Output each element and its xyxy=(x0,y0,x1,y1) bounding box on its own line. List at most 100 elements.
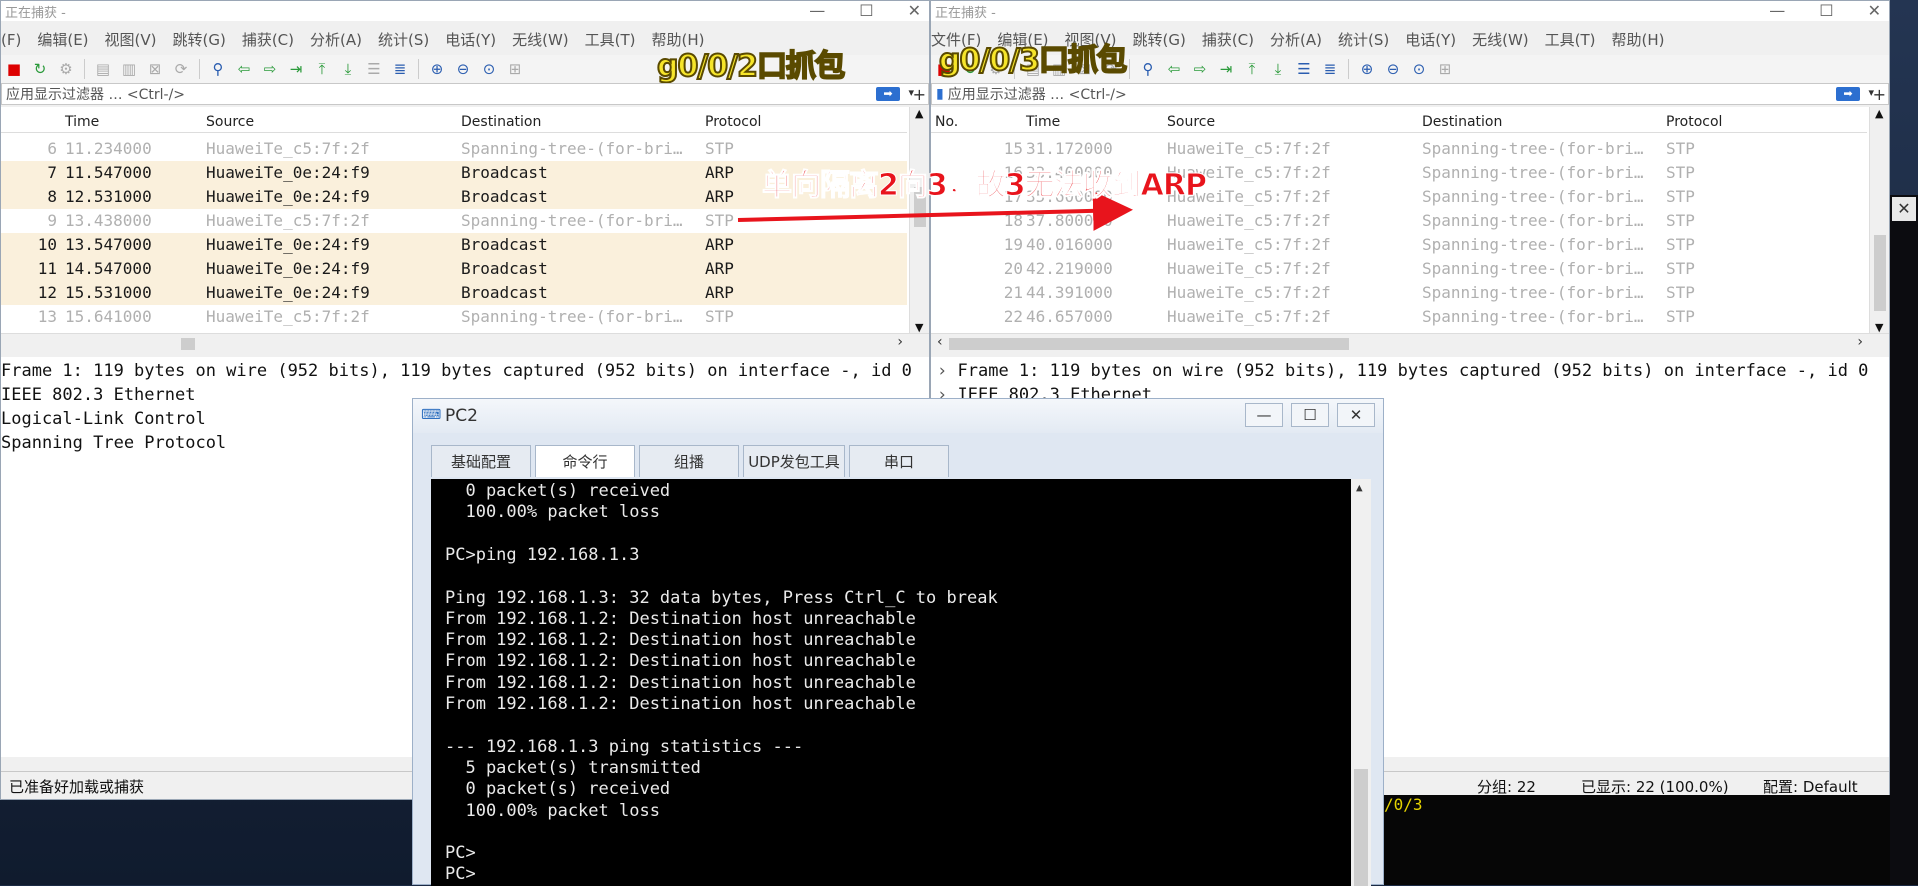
detail-llc[interactable]: Logical-Link Control xyxy=(1,409,206,429)
col-no[interactable]: No. xyxy=(935,114,958,130)
table-row[interactable]: 6 11.234000 HuaweiTe_c5:7f:2f Spanning-tree… xyxy=(1,137,907,161)
tab-serial[interactable]: 串口 xyxy=(849,445,949,477)
go-first-icon[interactable]: ⤒ xyxy=(311,58,333,80)
table-row[interactable]: 22 46.657000 HuaweiTe_c5:7f:2f Spanning-tre… xyxy=(931,305,1867,329)
capture-options-icon[interactable]: ⚙ xyxy=(55,58,77,80)
col-source[interactable]: Source xyxy=(1167,114,1215,130)
tab-command-line[interactable]: 命令行 xyxy=(535,445,635,477)
save-file-icon[interactable]: ▥ xyxy=(118,58,140,80)
apply-filter-icon[interactable]: ➡ xyxy=(1836,87,1860,101)
menu-go[interactable]: 跳转(G) xyxy=(1133,31,1186,49)
close-button[interactable]: ✕ xyxy=(1337,403,1375,427)
status-profile[interactable]: 配置: Default xyxy=(1763,776,1858,797)
go-last-icon[interactable]: ⤓ xyxy=(1267,58,1289,80)
maximize-button[interactable]: ☐ xyxy=(1291,403,1329,427)
maximize-button[interactable]: ☐ xyxy=(859,1,873,21)
table-row[interactable]: 11 14.547000 HuaweiTe_0e:24:f9 Broadcast ARP xyxy=(1,257,907,281)
menu-capture[interactable]: 捕获(C) xyxy=(242,31,294,49)
minimize-button[interactable]: — xyxy=(809,1,825,21)
tab-basic-config[interactable]: 基础配置 xyxy=(431,445,531,477)
menu-edit[interactable]: 编辑(E) xyxy=(37,31,88,49)
table-row[interactable]: 13 15.641000 HuaweiTe_c5:7f:2f Spanning-tre… xyxy=(1,305,907,329)
go-to-packet-icon[interactable]: ⇥ xyxy=(1215,58,1237,80)
resize-columns-icon[interactable]: ⊞ xyxy=(504,58,526,80)
find-packet-icon[interactable]: ⚲ xyxy=(1137,58,1159,80)
col-source[interactable]: Source xyxy=(206,114,254,130)
table-row[interactable]: 20 42.219000 HuaweiTe_c5:7f:2f Spanning-tre… xyxy=(931,257,1867,281)
minimize-button[interactable]: — xyxy=(1769,1,1785,21)
autoscroll-icon[interactable]: ☰ xyxy=(363,58,385,80)
horizontal-scrollbar[interactable]: ‹ › xyxy=(931,333,1889,353)
zoom-in-icon[interactable]: ⊕ xyxy=(426,58,448,80)
zoom-normal-icon[interactable]: ⊙ xyxy=(478,58,500,80)
menu-telephony[interactable]: 电话(Y) xyxy=(1405,31,1456,49)
detail-frame[interactable]: Frame 1: 119 bytes on wire (952 bits), 1… xyxy=(1,361,912,381)
open-file-icon[interactable]: ▤ xyxy=(92,58,114,80)
go-forward-icon[interactable]: ⇨ xyxy=(259,58,281,80)
add-filter-icon[interactable]: + xyxy=(1873,85,1886,104)
go-last-icon[interactable]: ⤓ xyxy=(337,58,359,80)
menu-go[interactable]: 跳转(G) xyxy=(173,31,226,49)
apply-filter-icon[interactable]: ➡ xyxy=(876,87,900,101)
detail-frame[interactable]: › Frame 1: 119 bytes on wire (952 bits),… xyxy=(937,361,1868,381)
close-button[interactable]: ✕ xyxy=(908,1,921,21)
console-scrollbar[interactable]: ▲ xyxy=(1351,479,1371,886)
go-to-packet-icon[interactable]: ⇥ xyxy=(285,58,307,80)
colorize-icon[interactable]: ≣ xyxy=(1319,58,1341,80)
menu-statistics[interactable]: 统计(S) xyxy=(378,31,429,49)
menu-statistics[interactable]: 统计(S) xyxy=(1338,31,1389,49)
table-row[interactable]: 12 15.531000 HuaweiTe_0e:24:f9 Broadcast ARP xyxy=(1,281,907,305)
col-protocol[interactable]: Protocol xyxy=(705,114,761,130)
tab-udp-tool[interactable]: UDP发包工具 xyxy=(743,445,845,477)
menu-wireless[interactable]: 无线(W) xyxy=(512,31,569,49)
menu-tools[interactable]: 工具(T) xyxy=(585,31,636,49)
chevron-right-icon[interactable]: › xyxy=(937,361,947,381)
tab-multicast[interactable]: 组播 xyxy=(639,445,739,477)
zoom-normal-icon[interactable]: ⊙ xyxy=(1408,58,1430,80)
zoom-out-icon[interactable]: ⊖ xyxy=(452,58,474,80)
table-row[interactable]: 21 44.391000 HuaweiTe_c5:7f:2f Spanning-tre… xyxy=(931,281,1867,305)
title-bar[interactable]: 正在捕获 - — ☐ ✕ xyxy=(1,1,929,21)
menu-capture[interactable]: 捕获(C) xyxy=(1202,31,1254,49)
go-first-icon[interactable]: ⤒ xyxy=(1241,58,1263,80)
close-icon[interactable]: ✕ xyxy=(1892,197,1916,221)
bookmark-icon[interactable]: ▮ xyxy=(936,86,944,102)
autoscroll-icon[interactable]: ☰ xyxy=(1293,58,1315,80)
stop-capture-icon[interactable]: ■ xyxy=(3,58,25,80)
menu-telephony[interactable]: 电话(Y) xyxy=(445,31,496,49)
pc2-title-bar[interactable]: ⌨ PC2 — ☐ ✕ xyxy=(413,399,1383,433)
go-back-icon[interactable]: ⇦ xyxy=(233,58,255,80)
zoom-in-icon[interactable]: ⊕ xyxy=(1356,58,1378,80)
close-button[interactable]: ✕ xyxy=(1868,1,1881,21)
col-destination[interactable]: Destination xyxy=(461,114,541,130)
minimize-button[interactable]: — xyxy=(1245,403,1283,427)
table-row[interactable]: 15 31.172000 HuaweiTe_c5:7f:2f Spanning-tre… xyxy=(931,137,1867,161)
menu-analyze[interactable]: 分析(A) xyxy=(310,31,362,49)
menu-analyze[interactable]: 分析(A) xyxy=(1270,31,1322,49)
col-protocol[interactable]: Protocol xyxy=(1666,114,1722,130)
col-time[interactable]: Time xyxy=(65,114,99,130)
menu-tools[interactable]: 工具(T) xyxy=(1545,31,1596,49)
go-forward-icon[interactable]: ⇨ xyxy=(1189,58,1211,80)
zoom-out-icon[interactable]: ⊖ xyxy=(1382,58,1404,80)
add-filter-icon[interactable]: + xyxy=(913,85,926,104)
detail-ethernet[interactable]: IEEE 802.3 Ethernet xyxy=(1,385,195,405)
pc2-window[interactable]: ⌨ PC2 — ☐ ✕ 基础配置 命令行 组播 UDP发包工具 串口 0 pac… xyxy=(412,398,1384,886)
find-packet-icon[interactable]: ⚲ xyxy=(207,58,229,80)
colorize-icon[interactable]: ≣ xyxy=(389,58,411,80)
col-destination[interactable]: Destination xyxy=(1422,114,1502,130)
menu-help[interactable]: 帮助(H) xyxy=(1612,31,1665,49)
menu-wireless[interactable]: 无线(W) xyxy=(1472,31,1529,49)
reload-icon[interactable]: ⟳ xyxy=(170,58,192,80)
title-bar[interactable]: 正在捕获 - — ☐ ✕ xyxy=(931,1,1889,21)
display-filter-input[interactable]: 应用显示过滤器 … <Ctrl-/> ➡ ▾ + xyxy=(1,83,929,105)
display-filter-input[interactable]: ▮ 应用显示过滤器 … <Ctrl-/> ➡ ▾ + xyxy=(931,83,1889,105)
horizontal-scrollbar[interactable]: › xyxy=(1,333,929,353)
detail-stp[interactable]: Spanning Tree Protocol xyxy=(1,433,226,453)
menu-file[interactable]: (F) xyxy=(1,31,21,49)
col-time[interactable]: Time xyxy=(1026,114,1060,130)
go-back-icon[interactable]: ⇦ xyxy=(1163,58,1185,80)
close-file-icon[interactable]: ⊠ xyxy=(144,58,166,80)
maximize-button[interactable]: ☐ xyxy=(1819,1,1833,21)
command-line-console[interactable]: 0 packet(s) received 100.00% packet loss… xyxy=(431,479,1371,886)
